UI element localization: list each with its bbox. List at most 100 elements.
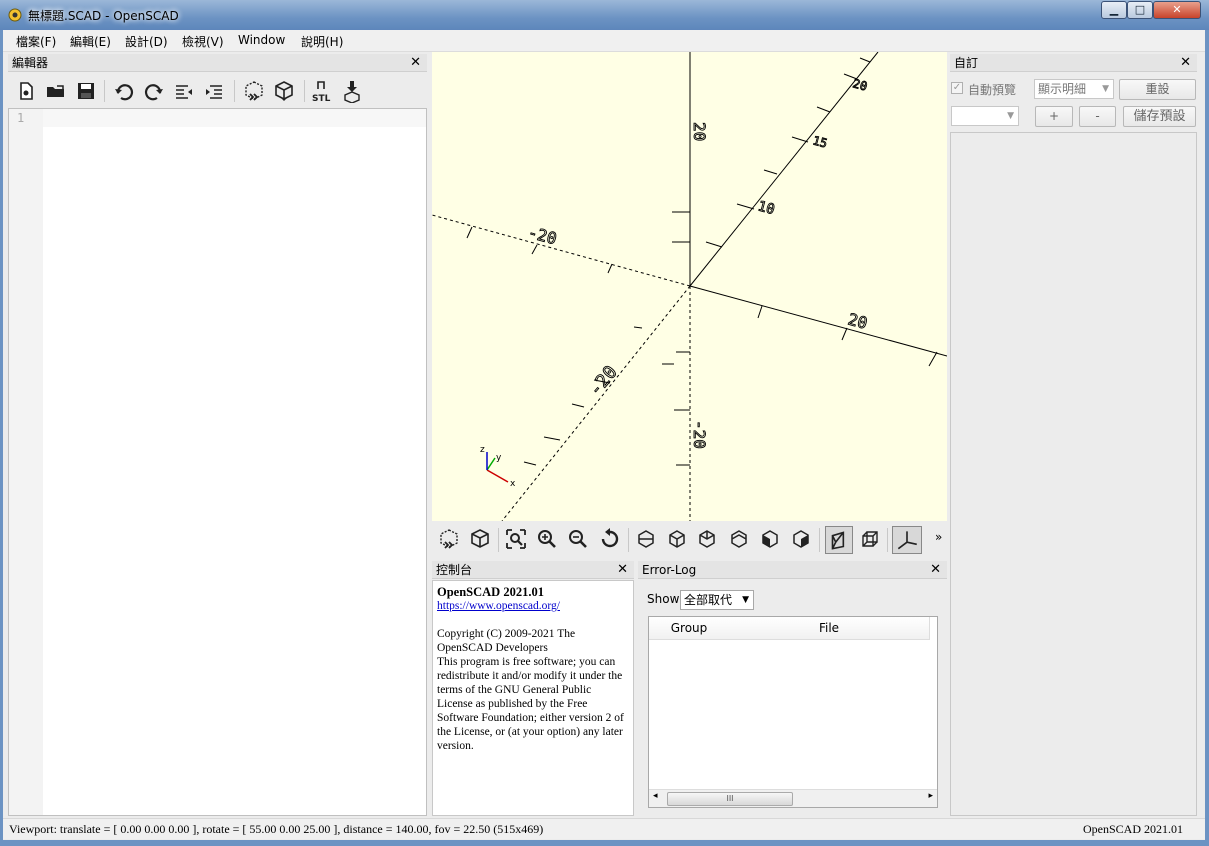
- svg-text:z: z: [480, 445, 485, 455]
- minimize-button[interactable]: ▁: [1101, 1, 1127, 19]
- console-copyright: Copyright (C) 2009-2021 The OpenSCAD Dev…: [437, 628, 576, 654]
- menu-view[interactable]: 檢視(V): [182, 33, 224, 50]
- console-close-button[interactable]: ✕: [617, 561, 628, 579]
- menu-help[interactable]: 說明(H): [301, 33, 343, 50]
- scroll-thumb[interactable]: III: [667, 792, 793, 806]
- open-file-icon[interactable]: [44, 79, 68, 103]
- chevron-down-icon: ▼: [1102, 84, 1109, 94]
- z-positive-label: 20: [690, 122, 709, 141]
- save-preset-button[interactable]: 儲存預設: [1123, 106, 1196, 127]
- show-axes-icon[interactable]: [892, 526, 922, 554]
- menu-file[interactable]: 檔案(F): [16, 33, 56, 50]
- zoom-in-icon[interactable]: [535, 527, 559, 551]
- errorlog-close-button[interactable]: ✕: [930, 561, 941, 579]
- window-frame-bottom: [0, 840, 1209, 846]
- scroll-left-icon[interactable]: ◂: [653, 791, 658, 801]
- svg-text:STL: STL: [312, 94, 331, 103]
- viewport-status: Viewport: translate = [ 0.00 0.00 0.00 ]…: [9, 822, 544, 836]
- svg-text:x: x: [510, 479, 516, 489]
- reset-view-icon[interactable]: [598, 527, 622, 551]
- auto-preview-label: 自動預覽: [968, 83, 1017, 97]
- maximize-button[interactable]: □: [1127, 1, 1153, 19]
- axis-gizmo: x y z: [480, 445, 516, 489]
- redo-icon[interactable]: [142, 79, 166, 103]
- unindent-icon[interactable]: [172, 79, 196, 103]
- auto-preview-checkbox[interactable]: ✓: [951, 82, 963, 94]
- window-frame-right: [1205, 30, 1209, 846]
- axes-drawing: 20 -20 20 -20 20 15 10 -20 x y z: [432, 52, 947, 521]
- preview-icon[interactable]: [437, 527, 461, 551]
- openscad-link[interactable]: https://www.openscad.org/: [437, 600, 560, 612]
- zoom-out-icon[interactable]: [566, 527, 590, 551]
- version-status: OpenSCAD 2021.01: [1083, 822, 1184, 836]
- errorlog-panel: Show 全部取代 ▼ Group File ◂ III ▸: [638, 580, 947, 816]
- editor-dock-header[interactable]: 編輯器 ✕: [8, 54, 427, 72]
- view-all-icon[interactable]: [504, 527, 528, 551]
- view-bottom-icon[interactable]: [695, 527, 719, 551]
- z-negative-label: -20: [690, 420, 709, 449]
- horizontal-scrollbar[interactable]: ◂ III ▸: [649, 789, 937, 807]
- customizer-parameters-area[interactable]: [950, 132, 1197, 816]
- customizer-close-button[interactable]: ✕: [1180, 54, 1191, 72]
- orthogonal-icon[interactable]: [858, 527, 882, 551]
- render-icon[interactable]: [272, 79, 296, 103]
- customizer-title: 自訂: [954, 56, 979, 70]
- 3d-viewport[interactable]: 20 -20 20 -20 20 15 10 -20 x y z: [432, 52, 947, 521]
- view-back-icon[interactable]: [789, 527, 813, 551]
- render-icon[interactable]: [468, 527, 492, 551]
- view-top-icon[interactable]: [665, 527, 689, 551]
- menu-bar: 檔案(F) 編輯(E) 設計(D) 檢視(V) Window 說明(H): [0, 30, 1209, 52]
- errorlog-table[interactable]: Group File ◂ III ▸: [648, 616, 938, 808]
- preview-icon[interactable]: [242, 79, 266, 103]
- errorlog-title: Error-Log: [642, 563, 697, 577]
- perspective-icon[interactable]: [825, 526, 853, 554]
- line-number-gutter: [9, 109, 43, 815]
- line-number: 1: [17, 111, 25, 125]
- window-title: 無標題.SCAD - OpenSCAD: [28, 9, 179, 23]
- column-group[interactable]: Group: [649, 617, 730, 640]
- console-dock-header[interactable]: 控制台 ✕: [432, 561, 634, 579]
- save-icon[interactable]: [74, 79, 98, 103]
- new-file-icon[interactable]: [14, 79, 38, 103]
- chevron-down-icon: ▼: [742, 595, 749, 605]
- show-filter-select[interactable]: 全部取代 ▼: [680, 590, 754, 610]
- add-preset-button[interactable]: +: [1035, 106, 1073, 127]
- editor-close-button[interactable]: ✕: [410, 54, 421, 72]
- console-heading: OpenSCAD 2021.01: [437, 585, 544, 599]
- editor-toolbar: STL: [8, 76, 427, 106]
- view-front-icon[interactable]: [758, 527, 782, 551]
- indent-icon[interactable]: [202, 79, 226, 103]
- editor-title: 編輯器: [12, 56, 49, 70]
- console-output[interactable]: OpenSCAD 2021.01 https://www.openscad.or…: [432, 580, 634, 816]
- title-bar[interactable]: 無標題.SCAD - OpenSCAD ▁ □ ✕: [0, 0, 1209, 30]
- column-file[interactable]: File: [729, 617, 930, 640]
- remove-preset-button[interactable]: -: [1079, 106, 1116, 127]
- close-window-button[interactable]: ✕: [1153, 1, 1201, 19]
- menu-window[interactable]: Window: [238, 33, 285, 47]
- code-editor[interactable]: 1: [8, 108, 427, 816]
- errorlog-dock-header[interactable]: Error-Log ✕: [638, 561, 947, 579]
- view-left-icon[interactable]: [727, 527, 751, 551]
- reset-button[interactable]: 重設: [1119, 79, 1196, 100]
- undo-icon[interactable]: [112, 79, 136, 103]
- y-label-a: 20: [851, 76, 869, 93]
- view-toolbar: »: [432, 522, 947, 558]
- status-bar: Viewport: translate = [ 0.00 0.00 0.00 ]…: [0, 818, 1209, 839]
- openscad-app-icon: [8, 8, 22, 22]
- export-stl-icon[interactable]: STL: [310, 79, 334, 103]
- chevron-down-icon: ▼: [1007, 111, 1014, 121]
- show-label: Show: [647, 592, 680, 606]
- scroll-right-icon[interactable]: ▸: [928, 791, 933, 801]
- view-right-icon[interactable]: [634, 527, 658, 551]
- preset-select[interactable]: ▼: [951, 106, 1019, 126]
- send-to-printer-icon[interactable]: [340, 79, 364, 103]
- menu-edit[interactable]: 編輯(E): [70, 33, 111, 50]
- y-label-c: 10: [756, 198, 776, 218]
- detail-level-select[interactable]: 顯示明細 ▼: [1034, 79, 1114, 99]
- svg-text:y: y: [496, 453, 502, 463]
- y-label-b: 15: [811, 133, 829, 150]
- customizer-dock-header[interactable]: 自訂 ✕: [950, 54, 1197, 72]
- menu-design[interactable]: 設計(D): [125, 33, 168, 50]
- toolbar-overflow-button[interactable]: »: [935, 530, 942, 544]
- x-negative-label: -20: [526, 223, 559, 249]
